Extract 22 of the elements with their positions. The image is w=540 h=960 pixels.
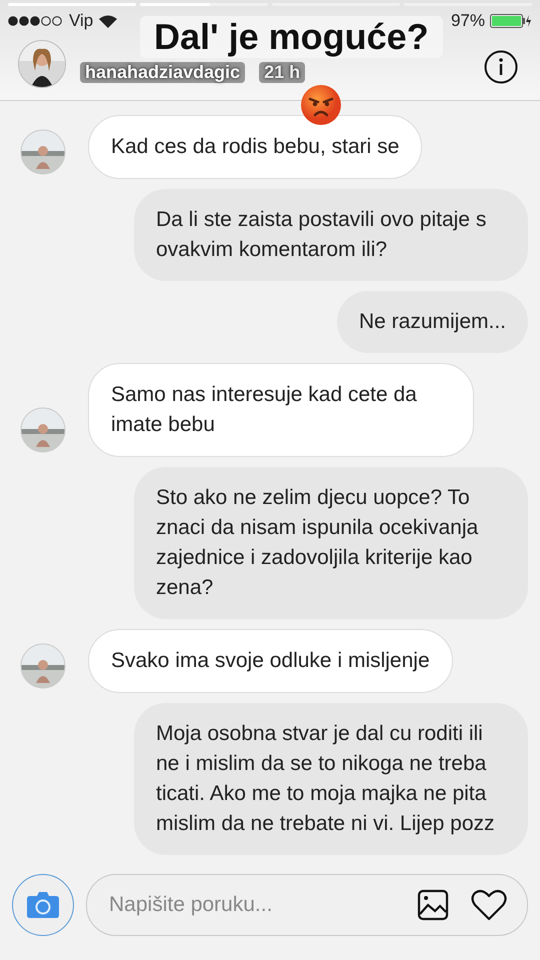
- message-bubble: Da li ste zaista postavili ovo pitaje s ovakvim komentarom ili?: [134, 189, 528, 281]
- username[interactable]: hanahadziavdagic: [80, 62, 246, 83]
- battery-percent: 97%: [450, 11, 485, 31]
- angry-face-icon: [300, 84, 342, 126]
- message-bubble: Sto ako ne zelim djecu uopce? To znaci da nisam ispunila ocekivanja zajednice i zadovoljila kriterije kao zena?: [134, 467, 528, 619]
- message-input[interactable]: Napišite poruku...: [107, 892, 395, 918]
- camera-icon: [26, 891, 60, 919]
- heart-icon[interactable]: [471, 889, 507, 921]
- message-bubble: Moja osobna stvar je dal cu roditi ili ne i mislim da se to nikoga ne treba ticati. Ako me to moja majka ne pita mislim da ne trebate ni vi. Lijep pozz: [134, 703, 528, 855]
- message-bubble: Ne razumijem...: [336, 291, 528, 353]
- message-bubble: Svako ima svoje odluke i misljenje: [88, 629, 453, 693]
- battery-icon: [490, 14, 532, 28]
- message-bubble: Samo nas interesuje kad cete da imate bebu: [88, 363, 474, 457]
- message-field[interactable]: Napišite poruku...: [86, 874, 528, 936]
- post-time: 21 h: [259, 62, 306, 83]
- wifi-icon: [98, 14, 118, 28]
- image-icon[interactable]: [417, 889, 449, 921]
- caption-sticker: Dal' je moguće?: [140, 16, 443, 58]
- carrier-name: Vip: [69, 11, 94, 31]
- info-icon[interactable]: [484, 50, 518, 84]
- message-bubble: Kad ces da rodis bebu, stari se: [88, 115, 422, 179]
- signal-icon: [8, 16, 64, 26]
